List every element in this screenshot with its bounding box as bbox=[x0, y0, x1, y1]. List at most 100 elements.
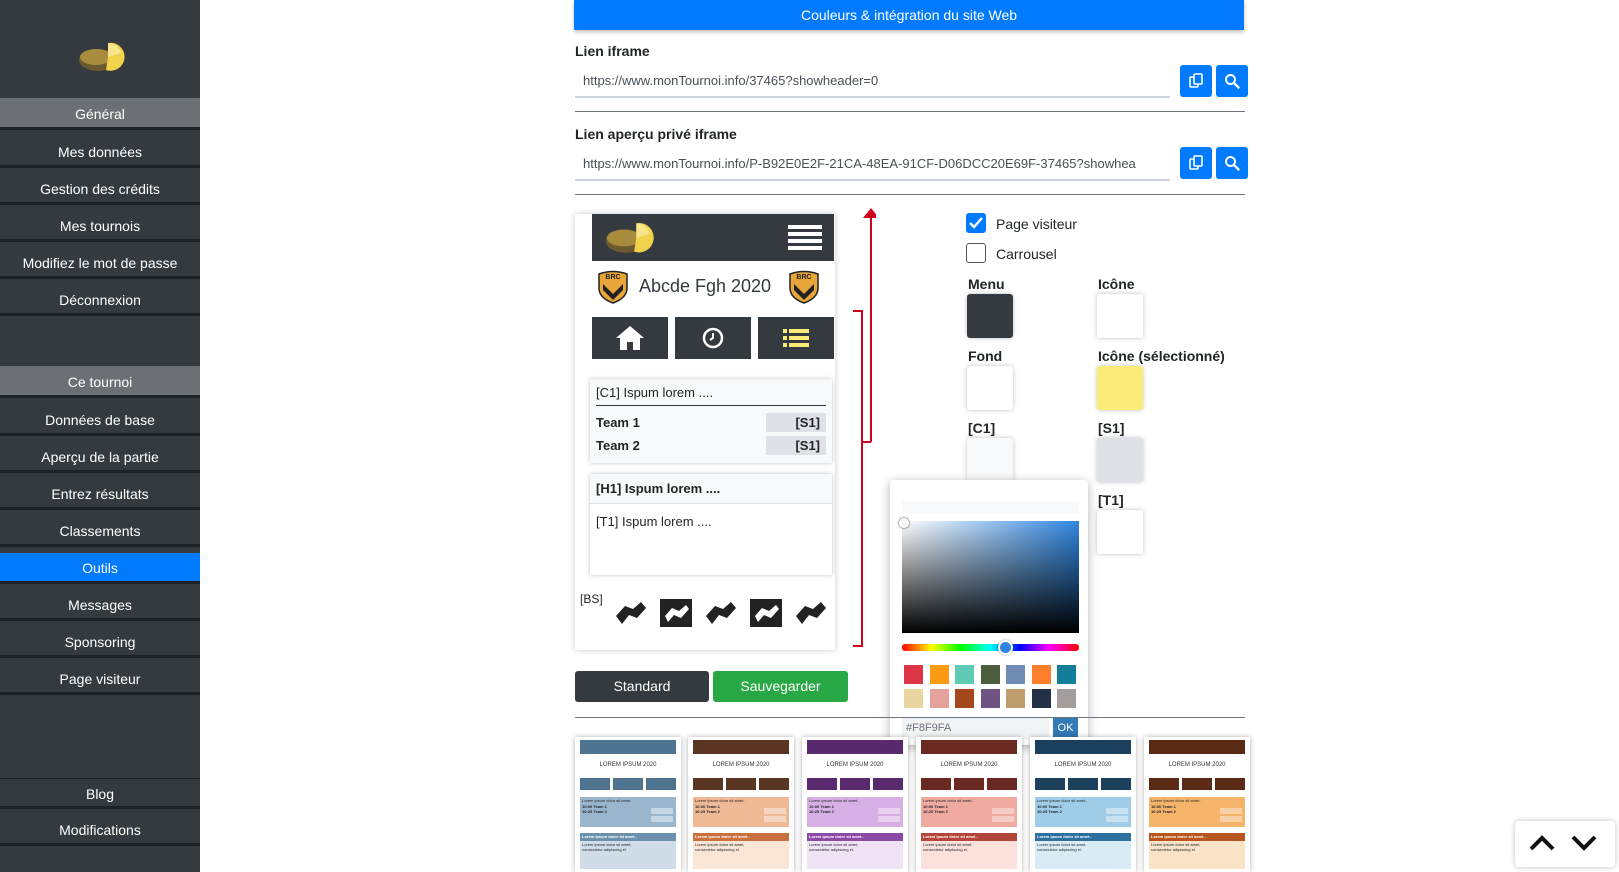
palette-swatch[interactable] bbox=[1057, 665, 1076, 684]
theme-score bbox=[878, 808, 900, 814]
theme-card-h1: Lorem ipsum dolor sit amet.. bbox=[807, 833, 903, 841]
theme-nav bbox=[693, 778, 723, 790]
sidebar-header-general[interactable]: Général bbox=[0, 98, 200, 130]
hue-handle[interactable] bbox=[998, 640, 1013, 655]
c1-color-swatch[interactable] bbox=[967, 438, 1013, 482]
color-picker-popup[interactable]: #F8F9FA OK bbox=[890, 480, 1088, 745]
theme-score bbox=[992, 816, 1014, 822]
theme-menu-bar bbox=[580, 740, 676, 754]
sidebar-item-game-overview[interactable]: Aperçu de la partie bbox=[0, 442, 200, 473]
badge-text: BRC bbox=[605, 274, 621, 281]
theme-card-c1: Lorem ipsum dolor sit amet.. 10:00 Team 1… bbox=[580, 797, 676, 827]
theme-score bbox=[878, 816, 900, 822]
palette-swatch[interactable] bbox=[1031, 665, 1051, 684]
sidebar-item-logout[interactable]: Déconnexion bbox=[0, 285, 200, 316]
theme-nav bbox=[1035, 778, 1065, 790]
theme-title: LOREM IPSUM 2020 bbox=[1168, 762, 1226, 768]
sidebar-item-tools[interactable]: Outils bbox=[0, 553, 200, 584]
palette-swatch[interactable] bbox=[929, 665, 949, 684]
palette-swatch[interactable] bbox=[904, 665, 923, 684]
theme-score bbox=[1106, 808, 1128, 814]
carrousel-checkbox[interactable] bbox=[966, 243, 986, 263]
fond-color-label: Fond bbox=[968, 348, 1003, 364]
copy-private-button[interactable] bbox=[1180, 147, 1212, 179]
palette-swatch[interactable] bbox=[955, 689, 974, 708]
clock-icon bbox=[702, 327, 724, 349]
sidebar-item-password[interactable]: Modifiez le mot de passe bbox=[0, 248, 200, 279]
theme-thumbnail[interactable]: LOREM IPSUM 2020 Lorem ipsum dolor sit am… bbox=[575, 737, 681, 872]
theme-thumbnail[interactable]: LOREM IPSUM 2020 Lorem ipsum dolor sit am… bbox=[1030, 737, 1136, 872]
sidebar-item-mes-donnees[interactable]: Mes données bbox=[0, 137, 200, 168]
saturation-area[interactable] bbox=[899, 518, 1079, 633]
right-team-badge: BRC bbox=[788, 270, 820, 304]
sidebar-header-tournament[interactable]: Ce tournoi bbox=[0, 366, 200, 398]
theme-nav bbox=[1068, 778, 1098, 790]
sidebar-item-mes-tournois[interactable]: Mes tournois bbox=[0, 211, 200, 242]
card-t1-body: [T1] Ispum lorem .... bbox=[596, 514, 712, 529]
save-button[interactable]: Sauvegarder bbox=[713, 671, 848, 702]
theme-nav bbox=[954, 778, 984, 790]
sidebar-item-sponsoring[interactable]: Sponsoring bbox=[0, 627, 200, 658]
theme-thumbnail[interactable]: LOREM IPSUM 2020 Lorem ipsum dolor sit am… bbox=[688, 737, 794, 872]
private-link-input[interactable]: https://www.monTournoi.info/P-B92E0E2F-2… bbox=[575, 147, 1170, 181]
preview-iframe-button[interactable] bbox=[1216, 65, 1248, 97]
saturation-handle[interactable] bbox=[899, 518, 909, 528]
palette-swatch[interactable] bbox=[955, 665, 974, 684]
theme-thumbnail[interactable]: LOREM IPSUM 2020 Lorem ipsum dolor sit am… bbox=[1144, 737, 1250, 872]
palette-swatch[interactable] bbox=[1057, 689, 1076, 708]
preview-card-h1: [H1] Ispum lorem .... [T1] Ispum lorem .… bbox=[590, 474, 832, 575]
menu-color-swatch[interactable] bbox=[967, 294, 1013, 338]
theme-menu-bar bbox=[807, 740, 903, 754]
theme-card-c1: Lorem ipsum dolor sit amet.. 10:00 Team 1… bbox=[1149, 797, 1245, 827]
page-visiteur-label: Page visiteur bbox=[996, 216, 1077, 232]
fond-color-swatch[interactable] bbox=[967, 366, 1013, 410]
sidebar-item-rankings[interactable]: Classements bbox=[0, 516, 200, 547]
standard-button[interactable]: Standard bbox=[575, 671, 709, 702]
theme-card-line: Lorem ipsum dolor sit amet.. bbox=[1037, 798, 1088, 803]
theme-body-line: consectetur adipiscing el. bbox=[582, 847, 627, 852]
theme-nav bbox=[807, 778, 837, 790]
icone-color-swatch[interactable] bbox=[1097, 294, 1143, 338]
tournament-logo-icon bbox=[79, 42, 125, 71]
sidebar-item-modifications[interactable]: Modifications bbox=[0, 815, 200, 846]
theme-nav bbox=[921, 778, 951, 790]
theme-thumbnail[interactable]: LOREM IPSUM 2020 Lorem ipsum dolor sit am… bbox=[916, 737, 1022, 872]
hue-slider[interactable] bbox=[902, 640, 1079, 655]
theme-nav bbox=[987, 778, 1017, 790]
palette-swatch[interactable] bbox=[1031, 689, 1051, 708]
sidebar-item-messages[interactable]: Messages bbox=[0, 590, 200, 621]
sidebar-item-credits[interactable]: Gestion des crédits bbox=[0, 174, 200, 205]
palette-swatch[interactable] bbox=[904, 689, 923, 708]
theme-score bbox=[992, 808, 1014, 814]
palette-swatch[interactable] bbox=[1006, 689, 1025, 708]
page-visiteur-checkbox[interactable] bbox=[966, 213, 986, 233]
sidebar-item-blog[interactable]: Blog bbox=[0, 778, 200, 809]
theme-card-t1: Lorem ipsum dolor sit amet, consectetur a… bbox=[921, 841, 1017, 869]
theme-thumbnail[interactable]: LOREM IPSUM 2020 Lorem ipsum dolor sit am… bbox=[802, 737, 908, 872]
t1-color-swatch[interactable] bbox=[1097, 510, 1143, 554]
section-header: Couleurs & intégration du site Web bbox=[574, 0, 1244, 30]
s1-color-label: [S1] bbox=[1098, 420, 1125, 436]
preview-logo-icon bbox=[605, 223, 654, 253]
palette-swatch[interactable] bbox=[980, 665, 1000, 684]
palette-swatch[interactable] bbox=[980, 689, 1000, 708]
preview-private-button[interactable] bbox=[1216, 147, 1248, 179]
copy-iframe-button[interactable] bbox=[1180, 65, 1212, 97]
scroll-down-icon[interactable] bbox=[1571, 833, 1597, 853]
checkmark-icon bbox=[969, 217, 983, 229]
hex-input[interactable]: #F8F9FA bbox=[902, 717, 1049, 739]
theme-nav bbox=[1215, 778, 1245, 790]
sidebar-item-base-data[interactable]: Données de base bbox=[0, 405, 200, 436]
palette-swatch[interactable] bbox=[929, 689, 949, 708]
sidebar-item-results[interactable]: Entrez résultats bbox=[0, 479, 200, 510]
theme-menu-bar bbox=[693, 740, 789, 754]
iframe-link-input[interactable]: https://www.monTournoi.info/37465?showhe… bbox=[575, 64, 1170, 98]
palette-swatch[interactable] bbox=[1006, 665, 1025, 684]
picker-ok-button[interactable]: OK bbox=[1053, 717, 1078, 739]
theme-menu-bar bbox=[1035, 740, 1131, 754]
iframe-link-label: Lien iframe bbox=[575, 43, 650, 59]
s1-color-swatch[interactable] bbox=[1097, 438, 1143, 482]
icone-selected-color-swatch[interactable] bbox=[1097, 366, 1143, 410]
sidebar-item-visitor-page[interactable]: Page visiteur bbox=[0, 664, 200, 695]
scroll-up-icon[interactable] bbox=[1529, 833, 1555, 853]
